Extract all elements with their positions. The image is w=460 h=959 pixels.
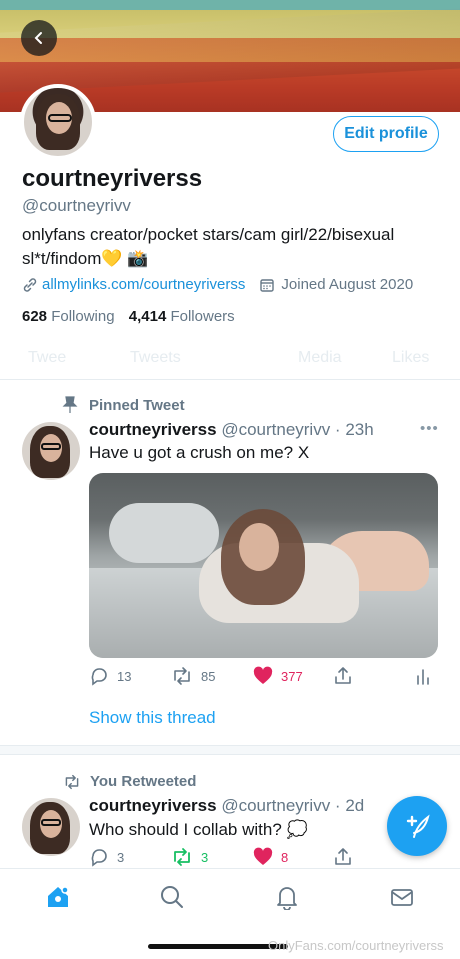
analytics-button[interactable] (415, 666, 431, 686)
pinned-tweet-actions: 13 85 377 (89, 666, 439, 690)
calendar-icon (260, 278, 275, 292)
nav-notifications[interactable] (273, 883, 301, 911)
following-label: Following (51, 308, 115, 325)
share-icon (335, 667, 351, 684)
reply-button[interactable]: 3 (89, 847, 124, 867)
profile-tabs: Twee Tweets Media Likes (0, 345, 460, 381)
share-icon (335, 848, 351, 865)
avatar-glasses (41, 443, 61, 450)
retweet-button[interactable]: 3 (171, 847, 208, 867)
watermark: OnlyFans.com/courtneyriverss (268, 938, 444, 953)
like-button[interactable]: 8 (253, 847, 288, 867)
mail-icon (391, 889, 413, 906)
display-name: courtneyriverss (22, 165, 203, 192)
media-pillow (109, 503, 219, 563)
retweet-text: Who should I collab with? 💭 (89, 820, 308, 839)
nav-messages[interactable] (388, 883, 416, 911)
profile-meta: allmylinks.com/courtneyriverss Joined Au… (22, 276, 413, 293)
reply-button[interactable]: 13 (89, 666, 131, 686)
pinned-tweet-header: courtneyriverss @courtneyrivv · 23h (89, 420, 374, 440)
home-icon (48, 886, 69, 907)
heart-filled-icon (253, 666, 273, 684)
retweet-active-icon (174, 848, 190, 866)
tweet-handle-time: @courtneyrivv · 2d (221, 796, 365, 815)
bell-icon (277, 887, 297, 910)
nav-search[interactable] (158, 883, 186, 911)
avatar-glasses (41, 819, 61, 826)
retweeted-label-text: You Retweeted (90, 773, 197, 790)
tab-likes[interactable]: Likes (392, 349, 429, 367)
compose-tweet-button[interactable] (387, 796, 447, 856)
reply-icon (91, 849, 107, 867)
tweet-author[interactable]: courtneyriverss (89, 420, 217, 439)
share-button[interactable] (333, 847, 353, 867)
like-button[interactable]: 377 (253, 666, 303, 686)
tweet-author[interactable]: courtneyriverss (89, 796, 217, 815)
banner-fold (0, 6, 460, 94)
tweet-separator (0, 745, 460, 755)
avatar-glasses (48, 114, 72, 122)
edit-profile-button[interactable]: Edit profile (333, 116, 439, 152)
pinned-tweet-text: Have u got a crush on me? X (89, 443, 310, 462)
retweet-avatar[interactable] (22, 798, 80, 856)
profile-bio: onlyfans creator/pocket stars/cam girl/2… (22, 225, 395, 268)
tab-media[interactable]: Media (298, 349, 342, 367)
joined-date: Joined August 2020 (281, 276, 414, 293)
media-head (239, 523, 279, 571)
retweeted-label: You Retweeted (62, 773, 196, 790)
reply-count: 3 (117, 849, 125, 865)
share-button[interactable] (333, 666, 353, 686)
retweet-small-icon (65, 774, 79, 789)
tweet-media-image[interactable] (89, 473, 438, 658)
bottom-nav (0, 868, 460, 924)
retweet-count: 85 (201, 668, 216, 684)
following-link[interactable]: 628 Following (22, 308, 115, 325)
retweet-button[interactable]: 85 (171, 666, 215, 686)
followers-count: 4,414 (128, 308, 167, 325)
tab-tweets-partial[interactable]: Twee (28, 349, 66, 367)
profile-avatar[interactable] (20, 84, 96, 160)
followers-link[interactable]: 4,414 Followers (129, 308, 235, 325)
like-count: 377 (281, 668, 303, 684)
more-options-icon[interactable]: ••• (420, 420, 439, 437)
profile-link[interactable]: allmylinks.com/courtneyriverss (42, 276, 245, 293)
nav-home[interactable] (44, 883, 72, 911)
follow-stats: 628 Following 4,414 Followers (22, 308, 235, 325)
reply-icon (91, 668, 107, 686)
following-count: 628 (22, 308, 48, 325)
feather-plus-icon (406, 814, 430, 838)
tab-tweets[interactable]: Tweets (130, 349, 181, 367)
pinned-label: Pinned Tweet (62, 396, 185, 414)
retweet-header: courtneyriverss @courtneyrivv · 2d (89, 796, 364, 816)
retweet-count: 3 (201, 849, 209, 865)
reply-count: 13 (117, 668, 132, 684)
pinned-label-text: Pinned Tweet (89, 396, 185, 414)
tweet-handle-time: @courtneyrivv · 23h (221, 420, 374, 439)
tabs-divider (0, 379, 460, 380)
like-count: 8 (281, 849, 289, 865)
show-thread-link[interactable]: Show this thread (89, 708, 216, 728)
back-button[interactable] (21, 20, 57, 56)
pinned-tweet-avatar[interactable] (22, 422, 80, 480)
pin-icon (62, 396, 78, 413)
followers-label: Followers (170, 308, 235, 325)
heart-filled-icon (253, 847, 273, 865)
analytics-icon (417, 669, 429, 685)
link-icon (23, 277, 37, 292)
chevron-left-icon (34, 32, 42, 44)
retweet-icon (174, 667, 190, 685)
user-handle: @courtneyrivv (22, 196, 131, 215)
home-indicator[interactable] (148, 944, 288, 949)
search-icon (161, 886, 183, 908)
